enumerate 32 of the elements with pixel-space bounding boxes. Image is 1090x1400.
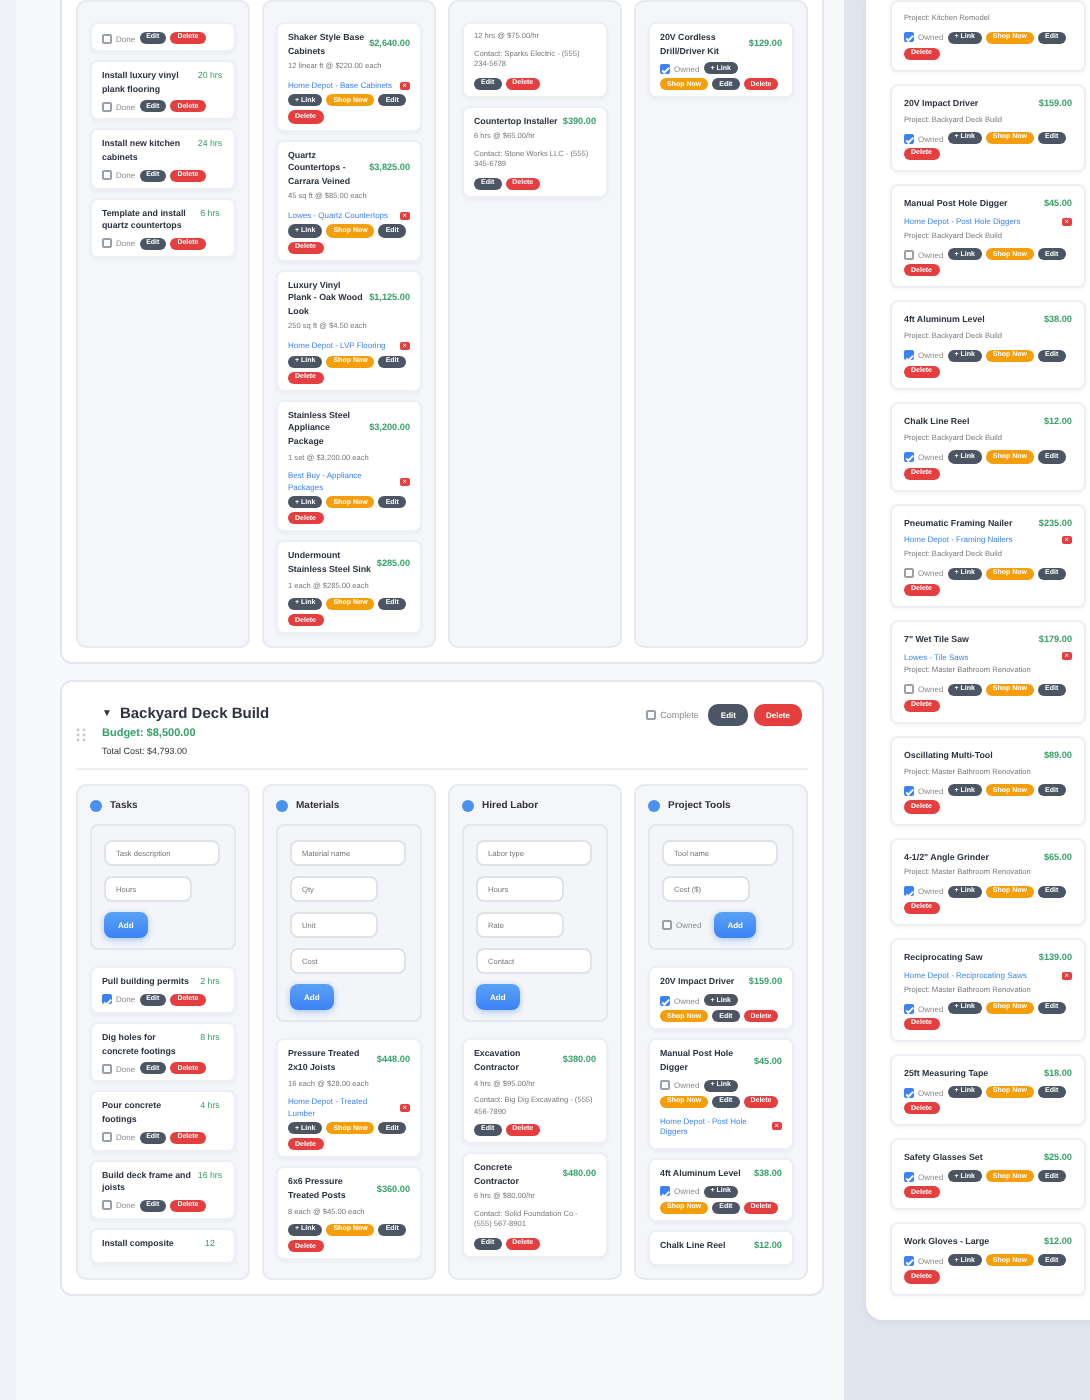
checkbox[interactable] <box>102 33 112 44</box>
status-dot-icon <box>462 800 474 813</box>
checkbox[interactable] <box>102 1132 112 1143</box>
checkbox[interactable] <box>904 1087 914 1098</box>
checkbox[interactable] <box>102 1200 112 1211</box>
checkbox[interactable] <box>660 995 670 1006</box>
checkbox[interactable] <box>102 1063 112 1074</box>
status-dot-icon <box>90 800 102 813</box>
checkbox[interactable] <box>660 63 670 74</box>
status-dot-icon <box>276 800 288 813</box>
checkbox[interactable] <box>662 920 672 931</box>
checkbox[interactable] <box>102 238 112 249</box>
checkbox[interactable] <box>660 1186 670 1197</box>
checkbox[interactable] <box>904 249 914 260</box>
checkbox[interactable] <box>904 1255 914 1266</box>
checkbox[interactable] <box>102 994 112 1005</box>
status-dot-icon <box>648 800 660 813</box>
checkbox[interactable] <box>904 684 914 695</box>
checkbox[interactable] <box>904 133 914 144</box>
checkbox[interactable] <box>904 1003 914 1014</box>
checkbox[interactable] <box>660 1080 670 1091</box>
checkbox[interactable] <box>904 350 914 361</box>
checkbox[interactable] <box>904 886 914 897</box>
checkbox[interactable] <box>904 451 914 462</box>
checkbox[interactable] <box>904 1171 914 1182</box>
checkbox[interactable] <box>904 568 914 579</box>
checkbox[interactable] <box>102 101 112 112</box>
drag-handle-icon[interactable] <box>76 728 86 743</box>
checkbox[interactable] <box>102 170 112 181</box>
checkbox[interactable] <box>904 785 914 796</box>
checkbox[interactable] <box>646 710 657 721</box>
checkbox[interactable] <box>904 32 914 43</box>
